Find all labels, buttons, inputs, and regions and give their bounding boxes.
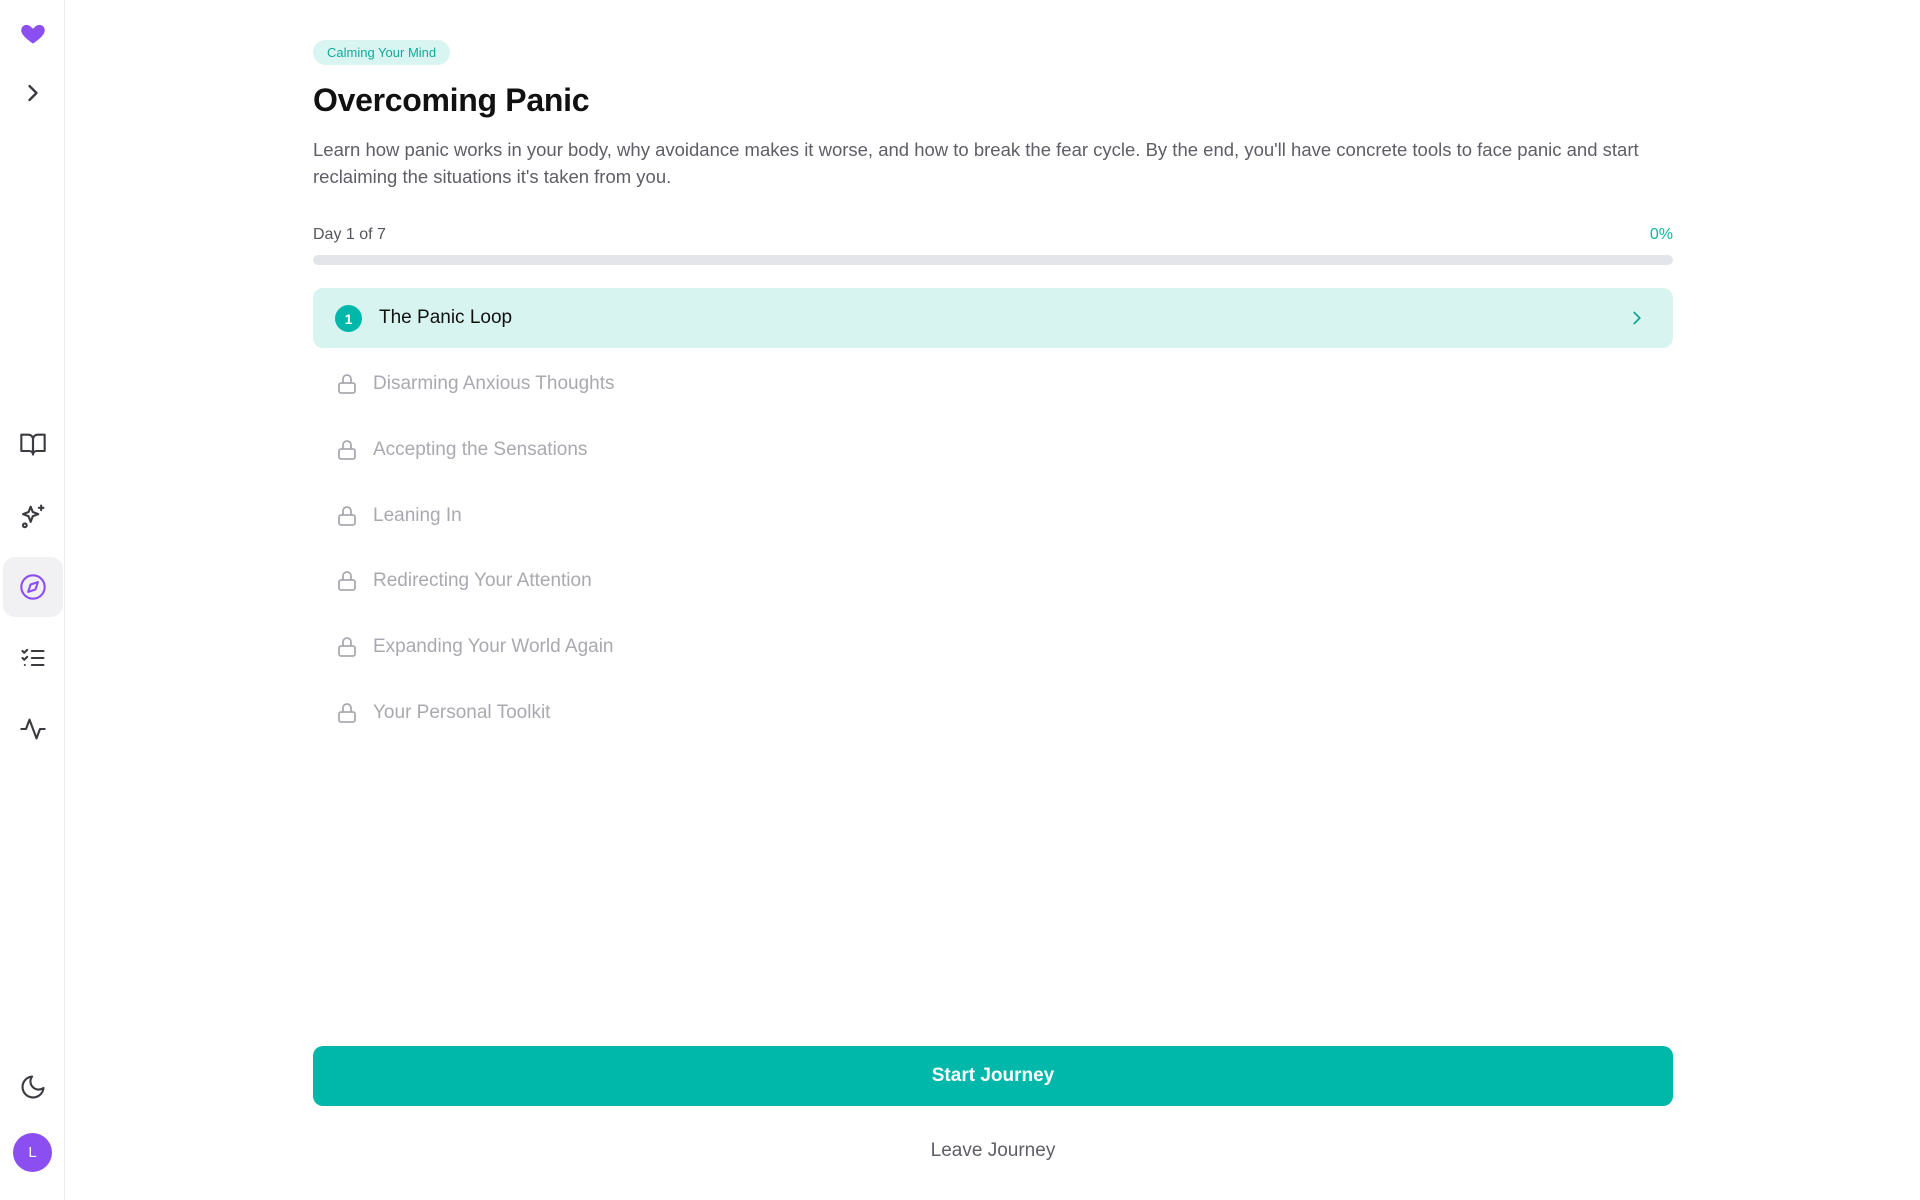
checklist-icon (21, 648, 45, 667)
moon-icon (21, 1075, 45, 1099)
lesson-number-badge: 1 (335, 305, 362, 332)
heart-icon (21, 24, 45, 44)
lesson-title: The Panic Loop (379, 307, 513, 328)
lock-icon (338, 637, 356, 657)
lesson-title: Accepting the Sensations (373, 439, 588, 460)
start-journey-button[interactable]: Start Journey (313, 1046, 1673, 1106)
book-open-icon (20, 433, 46, 456)
sidebar-item-insights[interactable] (3, 699, 63, 759)
lesson-title: Leaning In (373, 505, 462, 526)
journey-detail: Calming Your Mind Overcoming Panic Learn… (313, 0, 1673, 1200)
page-title: Overcoming Panic (313, 82, 590, 118)
progress-label: Day 1 of 7 (313, 226, 386, 243)
lock-icon (338, 506, 356, 526)
lesson-item-locked: Accepting the Sensations (313, 428, 1673, 472)
lesson-title: Redirecting Your Attention (373, 570, 592, 591)
compass-icon (20, 574, 46, 600)
lesson-title: Your Personal Toolkit (373, 702, 551, 723)
lesson-title: Disarming Anxious Thoughts (373, 373, 615, 394)
activity-icon (20, 718, 46, 740)
lesson-title: Expanding Your World Again (373, 636, 614, 657)
sidebar-item-explore[interactable] (3, 557, 63, 617)
sparkles-icon (21, 504, 45, 529)
lesson-item-locked: Leaning In (313, 494, 1673, 538)
journey-description: Learn how panic works in your body, why … (313, 139, 1639, 187)
category-badge: Calming Your Mind (313, 40, 451, 65)
progress-percent: 0% (1649, 226, 1673, 243)
lesson-item-current[interactable]: 1 The Panic Loop (313, 288, 1673, 348)
progress-bar (313, 255, 1673, 265)
sidebar-item-library[interactable] (3, 414, 63, 474)
lesson-item-locked: Redirecting Your Attention (313, 559, 1673, 603)
app-logo[interactable] (3, 3, 63, 63)
lesson-item-locked: Your Personal Toolkit (313, 691, 1673, 735)
sidebar-item-tasks[interactable] (3, 628, 63, 688)
lock-icon (338, 703, 356, 723)
sidebar: L (0, 0, 65, 1200)
theme-toggle-button[interactable] (3, 1057, 63, 1117)
sidebar-item-ai[interactable] (3, 486, 63, 546)
lock-icon (338, 440, 356, 460)
leave-journey-button[interactable]: Leave Journey (893, 1134, 1093, 1168)
lock-icon (338, 571, 356, 591)
expand-sidebar-button[interactable] (3, 63, 63, 123)
chevron-right-icon (28, 84, 38, 102)
avatar[interactable]: L (13, 1133, 52, 1172)
chevron-right-icon (1633, 311, 1641, 325)
lesson-item-locked: Expanding Your World Again (313, 625, 1673, 669)
lesson-item-locked: Disarming Anxious Thoughts (313, 362, 1673, 406)
lock-icon (338, 374, 356, 394)
